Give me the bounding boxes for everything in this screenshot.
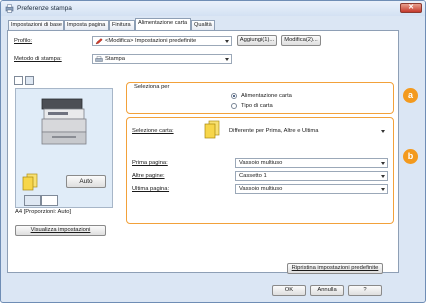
radio-paper-type[interactable] — [231, 103, 237, 109]
title-bar: Preferenze stampa ✕ — [1, 1, 425, 16]
chevron-down-icon — [225, 58, 229, 61]
add-profile-label: Aggiungi(1)... — [239, 37, 275, 43]
first-page-value: Vassoio multiuso — [239, 160, 283, 166]
radio-paper-type-label: Tipo di carta — [241, 103, 273, 109]
auto-label: Auto — [79, 178, 93, 185]
chevron-down-icon — [225, 40, 229, 43]
tab-label: Finitura — [112, 22, 131, 28]
close-button[interactable]: ✕ — [400, 3, 422, 13]
first-page-select[interactable]: Vassoio multiuso — [235, 158, 388, 168]
annotation-badge-b: b — [403, 149, 418, 164]
other-pages-label: Altre pagine: — [132, 173, 165, 179]
cancel-label: Annulla — [317, 287, 337, 293]
cancel-button[interactable]: Annulla — [310, 285, 344, 296]
last-page-select[interactable]: Vassoio multiuso — [235, 184, 388, 194]
profile-select[interactable]: <Modifica> Impostazioni predefinite — [92, 36, 232, 46]
grid-view-icon[interactable] — [25, 76, 34, 85]
paper-selection-label: Selezione carta: — [132, 128, 174, 134]
profile-value: <Modifica> Impostazioni predefinite — [105, 38, 197, 44]
close-icon: ✕ — [408, 4, 414, 11]
ok-label: OK — [284, 287, 294, 293]
paper-selection-value: Differente per Prima, Altre e Ultima — [229, 128, 319, 134]
paper-stack-icon — [204, 120, 220, 139]
tab-label: Alimentazione carta — [138, 20, 188, 26]
layout-view-icon[interactable] — [14, 76, 23, 85]
output-method-value: Stampa — [105, 56, 125, 62]
view-settings-label: Visualizza impostazioni — [30, 227, 91, 233]
radio-paper-source-label: Alimentazione carta — [241, 93, 292, 99]
printer-preview: Auto — [15, 88, 113, 208]
select-by-label: Seleziona per — [134, 84, 170, 90]
profile-label: Profilo: — [14, 38, 33, 44]
other-pages-value: Cassetto 1 — [239, 173, 267, 179]
tab-page-setup[interactable]: Imposta pagina — [64, 20, 109, 30]
tab-quality[interactable]: Qualità — [191, 20, 215, 30]
window-title: Preferenze stampa — [17, 5, 72, 12]
paper-source-panel: Profilo: <Modifica> Impostazioni predefi… — [7, 30, 399, 273]
chevron-down-icon — [381, 188, 385, 191]
last-page-value: Vassoio multiuso — [239, 186, 283, 192]
tab-finishing[interactable]: Finitura — [109, 20, 135, 30]
tab-label: Impostazioni di base — [11, 22, 62, 28]
printer-illustration-icon — [41, 98, 87, 145]
other-pages-select[interactable]: Cassetto 1 — [235, 171, 388, 181]
help-button[interactable]: ? — [348, 285, 382, 296]
add-profile-button[interactable]: Aggiungi(1)... — [237, 35, 277, 46]
print-preferences-window: Preferenze stampa ✕ Impostazioni di base… — [0, 0, 426, 303]
output-method-label: Metodo di stampa: — [14, 56, 62, 62]
paper-selection-select[interactable]: Differente per Prima, Altre e Ultima — [225, 126, 388, 136]
restore-defaults-button[interactable]: Ripristina impostazioni predefinite — [287, 263, 383, 274]
restore-defaults-label: Ripristina impostazioni predefinite — [291, 265, 379, 271]
chevron-down-icon — [381, 162, 385, 165]
preview-caption: A4 [Proporzioni: Auto] — [15, 209, 72, 215]
last-page-label: Ultima pagina: — [132, 186, 170, 192]
chevron-down-icon — [381, 130, 385, 133]
output-method-select[interactable]: Stampa — [92, 54, 232, 64]
first-page-label: Prima pagina: — [132, 160, 168, 166]
duplex-icon[interactable] — [41, 195, 58, 206]
pencil-icon — [95, 38, 103, 45]
auto-button[interactable]: Auto — [66, 175, 106, 188]
ok-button[interactable]: OK — [272, 285, 306, 296]
edit-profile-label: Modifica(2)... — [284, 37, 318, 43]
tab-paper-source[interactable]: Alimentazione carta — [135, 18, 191, 30]
tab-label: Imposta pagina — [67, 22, 106, 28]
annotation-badge-a: a — [403, 88, 418, 103]
chevron-down-icon — [381, 175, 385, 178]
paper-stack-icon — [22, 173, 38, 191]
printer-icon — [5, 4, 14, 13]
single-sided-icon[interactable] — [24, 195, 41, 206]
view-settings-button[interactable]: Visualizza impostazioni — [15, 225, 106, 236]
printer-icon — [95, 56, 103, 62]
edit-profile-button[interactable]: Modifica(2)... — [281, 35, 321, 46]
help-label: ? — [363, 287, 367, 293]
tab-label: Qualità — [194, 22, 212, 28]
tab-basic-settings[interactable]: Impostazioni di base — [8, 20, 64, 30]
radio-paper-source[interactable] — [231, 93, 237, 99]
